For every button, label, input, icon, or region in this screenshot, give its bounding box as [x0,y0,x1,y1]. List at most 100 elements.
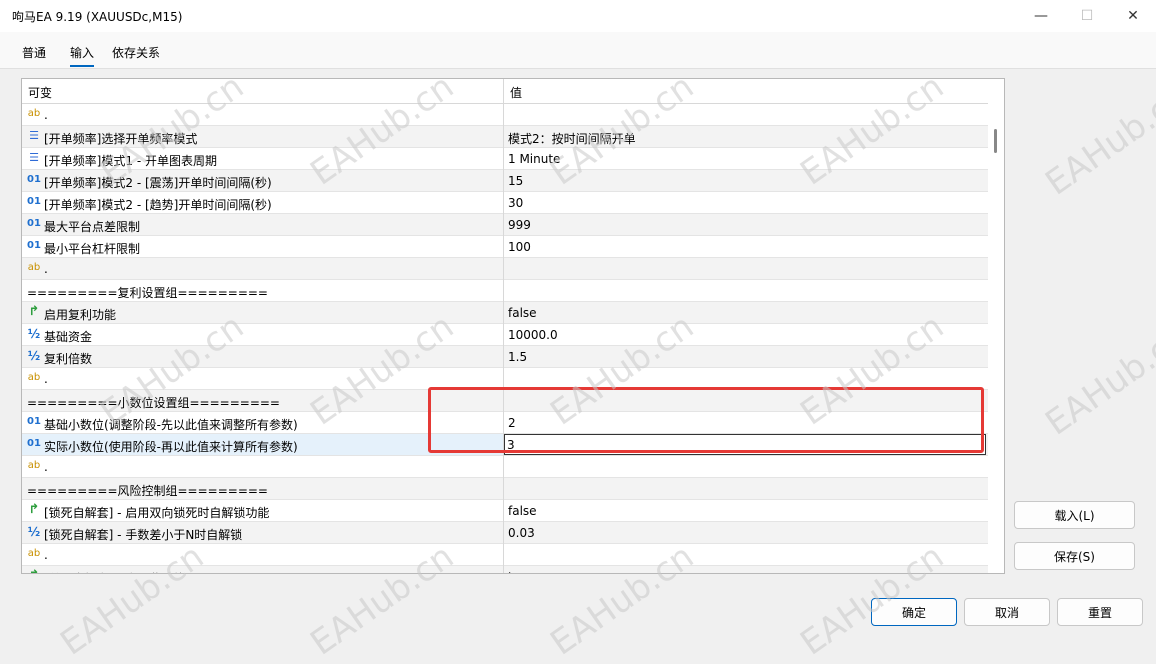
value-cell[interactable]: 10000.0 [504,324,988,345]
value-cell[interactable]: true [504,566,988,573]
maximize-icon: ☐ [1080,8,1094,24]
minimize-icon[interactable]: — [1018,0,1064,32]
table-row[interactable]: ☰ [开单频率]选择开单频率模式 模式2：按时间间隔开单 [22,126,988,148]
value-cell[interactable]: 30 [504,192,988,213]
cancel-button[interactable]: 取消 [964,598,1050,626]
double-fraction-icon: ½ [27,525,41,539]
header-value[interactable]: 值 [510,84,522,101]
table-row[interactable]: =========复利设置组========= [22,280,988,302]
variable-cell[interactable]: ab. [22,456,503,477]
value-cell[interactable] [504,478,988,499]
value-cell[interactable]: 1.5 [504,346,988,367]
value-text: 1.5 [508,350,528,364]
value-cell[interactable] [504,258,988,279]
table-row[interactable]: ab. [22,544,988,566]
variable-cell[interactable]: ↱ 启用复利功能 [22,302,503,323]
grid-header: 可变 值 [22,79,988,104]
variable-cell[interactable]: ab. [22,258,503,279]
column-divider[interactable] [503,79,504,573]
value-text: 30 [508,196,524,210]
reset-button[interactable]: 重置 [1057,598,1143,626]
load-button[interactable]: 载入(L) [1014,501,1135,529]
variable-cell[interactable]: ½ [锁死自解套] - 手数差小于N时自解锁 [22,522,503,543]
variable-label: . [44,262,48,276]
table-row[interactable]: ab. [22,104,988,126]
variable-cell[interactable]: 01 最大平台点差限制 [22,214,503,235]
header-variable[interactable]: 可变 [28,84,52,101]
inputs-grid: 可变 值 ab. ☰ [开单频率]选择开单频率模式 模式2：按时间间隔开单 ☰ [开单频率… [21,78,1005,574]
ab-string-icon: ab [27,460,41,471]
variable-label: 基础小数位(调整阶段-先以此值来调整所有参数) [44,418,298,432]
tab-general[interactable]: 普通 [22,44,46,61]
table-row[interactable]: ☰ [开单频率]模式1 - 开单图表周期 1 Minute [22,148,988,170]
value-cell[interactable]: false [504,500,988,521]
value-cell[interactable]: 100 [504,236,988,257]
close-icon[interactable]: ✕ [1110,0,1156,32]
save-button[interactable]: 保存(S) [1014,542,1135,570]
ab-string-icon: ab [27,262,41,273]
value-cell[interactable] [504,280,988,301]
variable-cell[interactable]: ab. [22,544,503,565]
value-text: true [508,570,533,573]
integer-icon: 01 [27,174,41,185]
value-text: 999 [508,218,531,232]
table-row[interactable]: 01 最大平台点差限制 999 [22,214,988,236]
table-row[interactable]: ab. [22,456,988,478]
value-cell[interactable]: false [504,302,988,323]
window-title: 呴马EA 9.19 (XAUUSDc,M15) [12,10,183,24]
variable-label: . [44,372,48,386]
table-row[interactable]: 01 [开单频率]模式2 - [趋势]开单时间间隔(秒) 30 [22,192,988,214]
variable-cell[interactable]: ☰ [开单频率]模式1 - 开单图表周期 [22,148,503,169]
value-cell[interactable]: 模式2：按时间间隔开单 [504,126,988,147]
double-fraction-icon: ½ [27,349,41,363]
boolean-arrow-icon: ↱ [28,502,40,517]
vertical-scrollbar[interactable] [988,79,1004,573]
value-cell[interactable]: 999 [504,214,988,235]
table-row[interactable]: ↱ 启用复利功能 false [22,302,988,324]
variable-cell[interactable]: ☰ [开单频率]选择开单频率模式 [22,126,503,147]
variable-cell[interactable]: ↱[单边自解套] - 启用此功能 [22,566,503,574]
variable-cell[interactable]: ½ 基础资金 [22,324,503,345]
value-cell[interactable]: 0.03 [504,522,988,543]
integer-icon: 01 [27,438,41,449]
table-row[interactable]: ½ 基础资金 10000.0 [22,324,988,346]
variable-cell[interactable]: ab. [22,368,503,389]
variable-cell[interactable]: =========风险控制组========= [22,478,503,499]
watermark: EAHub.cn [1038,316,1156,444]
table-row[interactable]: ½ 复利倍数 1.5 [22,346,988,368]
value-text: 1 Minute [508,152,561,166]
integer-icon: 01 [27,416,41,427]
variable-label: [开单频率]模式2 - [震荡]开单时间间隔(秒) [44,176,272,190]
variable-cell[interactable]: 01 [开单频率]模式2 - [震荡]开单时间间隔(秒) [22,170,503,191]
table-row[interactable]: 01 [开单频率]模式2 - [震荡]开单时间间隔(秒) 15 [22,170,988,192]
variable-label: [单边自解套] - 启用此功能 [44,570,185,573]
ab-string-icon: ab [27,372,41,383]
variable-cell[interactable]: =========复利设置组========= [22,280,503,301]
tab-dependencies[interactable]: 依存关系 [112,44,160,61]
value-cell[interactable] [504,544,988,565]
table-row[interactable]: ↱ [锁死自解套] - 启用双向锁死时自解锁功能 false [22,500,988,522]
table-row[interactable]: ½ [锁死自解套] - 手数差小于N时自解锁 0.03 [22,522,988,544]
variable-cell[interactable]: 01 [开单频率]模式2 - [趋势]开单时间间隔(秒) [22,192,503,213]
table-row[interactable]: ↱[单边自解套] - 启用此功能 true [22,566,988,574]
value-cell[interactable]: 1 Minute [504,148,988,169]
value-cell[interactable] [504,456,988,477]
value-cell[interactable] [504,104,988,125]
ok-button[interactable]: 确定 [871,598,957,626]
value-cell[interactable]: 15 [504,170,988,191]
value-text: false [508,306,537,320]
variable-cell[interactable]: ↱ [锁死自解套] - 启用双向锁死时自解锁功能 [22,500,503,521]
table-row[interactable]: =========风险控制组========= [22,478,988,500]
boolean-arrow-icon: ↱ [28,304,40,319]
variable-label: [开单频率]模式2 - [趋势]开单时间间隔(秒) [44,198,272,212]
table-row[interactable]: ab. [22,258,988,280]
variable-cell[interactable]: ab. [22,104,503,125]
boolean-arrow-icon: ↱ [27,569,41,574]
scrollbar-thumb[interactable] [994,129,997,153]
variable-label: 启用复利功能 [44,308,117,322]
tab-inputs[interactable]: 输入 [70,44,95,67]
value-cell[interactable] [504,368,988,389]
table-row[interactable]: 01 最小平台杠杆限制 100 [22,236,988,258]
variable-cell[interactable]: 01 最小平台杠杆限制 [22,236,503,257]
variable-cell[interactable]: ½ 复利倍数 [22,346,503,367]
